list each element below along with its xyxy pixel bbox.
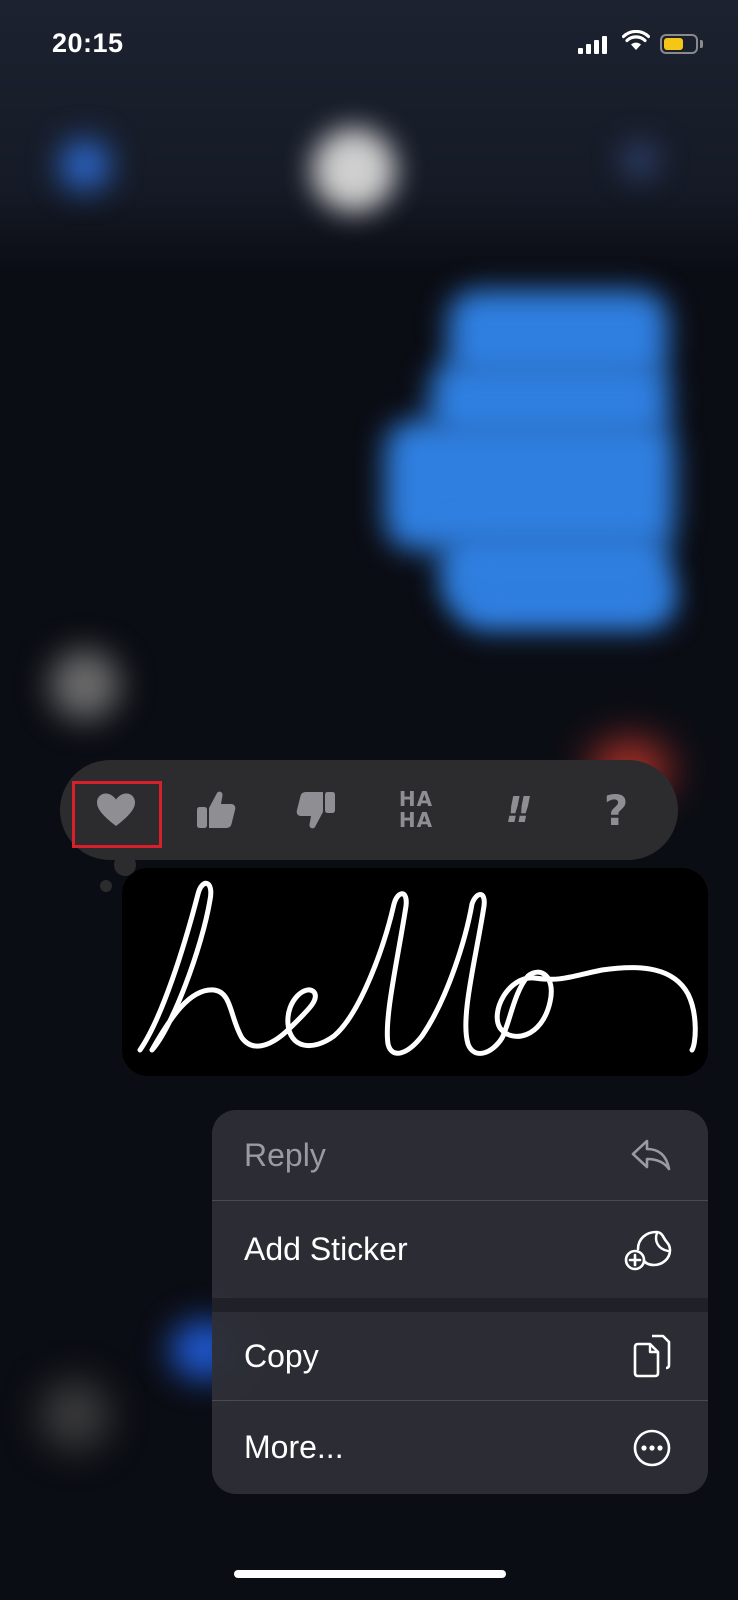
signal-bars-icon (578, 34, 607, 54)
tapback-bar: HA HA !! ? (60, 760, 678, 860)
menu-label-add-sticker: Add Sticker (244, 1231, 408, 1267)
tapback-thumbs-up[interactable] (176, 770, 256, 850)
menu-item-add-sticker[interactable]: Add Sticker (212, 1201, 708, 1298)
blurred-icon (620, 140, 660, 180)
haha-icon: HA HA (399, 789, 433, 831)
menu-label-more: More... (244, 1429, 344, 1465)
add-sticker-icon (624, 1230, 672, 1270)
copy-icon (633, 1334, 671, 1378)
menu-item-copy[interactable]: Copy (212, 1312, 708, 1400)
menu-section-gap (212, 1298, 708, 1312)
thumbs-up-icon (197, 791, 236, 828)
tapback-exclamation[interactable]: !! (476, 770, 556, 850)
menu-item-reply[interactable]: Reply (212, 1110, 708, 1200)
tapback-question[interactable]: ? (576, 770, 656, 850)
status-bar: 20:15 (0, 0, 738, 90)
tapback-tail-dot (100, 880, 112, 892)
double-exclamation-icon: !! (505, 789, 533, 831)
battery-tip (700, 40, 703, 48)
tapback-thumbs-down[interactable] (276, 770, 356, 850)
thumbs-down-icon (296, 792, 335, 829)
heart-icon (97, 793, 135, 826)
haha-line-1: HA (398, 787, 434, 811)
more-ellipsis-icon (633, 1429, 671, 1466)
status-time: 20:15 (52, 28, 124, 58)
question-mark-icon: ? (603, 785, 629, 835)
menu-label-reply: Reply (244, 1136, 326, 1173)
menu-item-more[interactable]: More... (212, 1401, 708, 1494)
haha-line-2: HA (398, 808, 434, 832)
blurred-avatar (50, 650, 120, 720)
tapback-haha[interactable]: HA HA (376, 770, 456, 850)
handwritten-message-bubble[interactable] (122, 868, 708, 1076)
blurred-grey-spot (40, 1380, 110, 1450)
tapback-heart[interactable] (76, 770, 156, 850)
menu-label-copy: Copy (244, 1337, 319, 1374)
battery-icon (660, 34, 698, 54)
blurred-avatar (60, 140, 110, 190)
reply-arrow-icon (631, 1139, 671, 1171)
battery-level (664, 38, 683, 50)
handwritten-hello (137, 881, 698, 1056)
home-indicator[interactable] (234, 1570, 506, 1578)
blurred-message-bubble (455, 570, 675, 630)
context-menu: Reply Add Sticker Copy More... (212, 1110, 708, 1494)
wifi-icon (622, 30, 650, 50)
blurred-contact-photo (312, 128, 396, 212)
